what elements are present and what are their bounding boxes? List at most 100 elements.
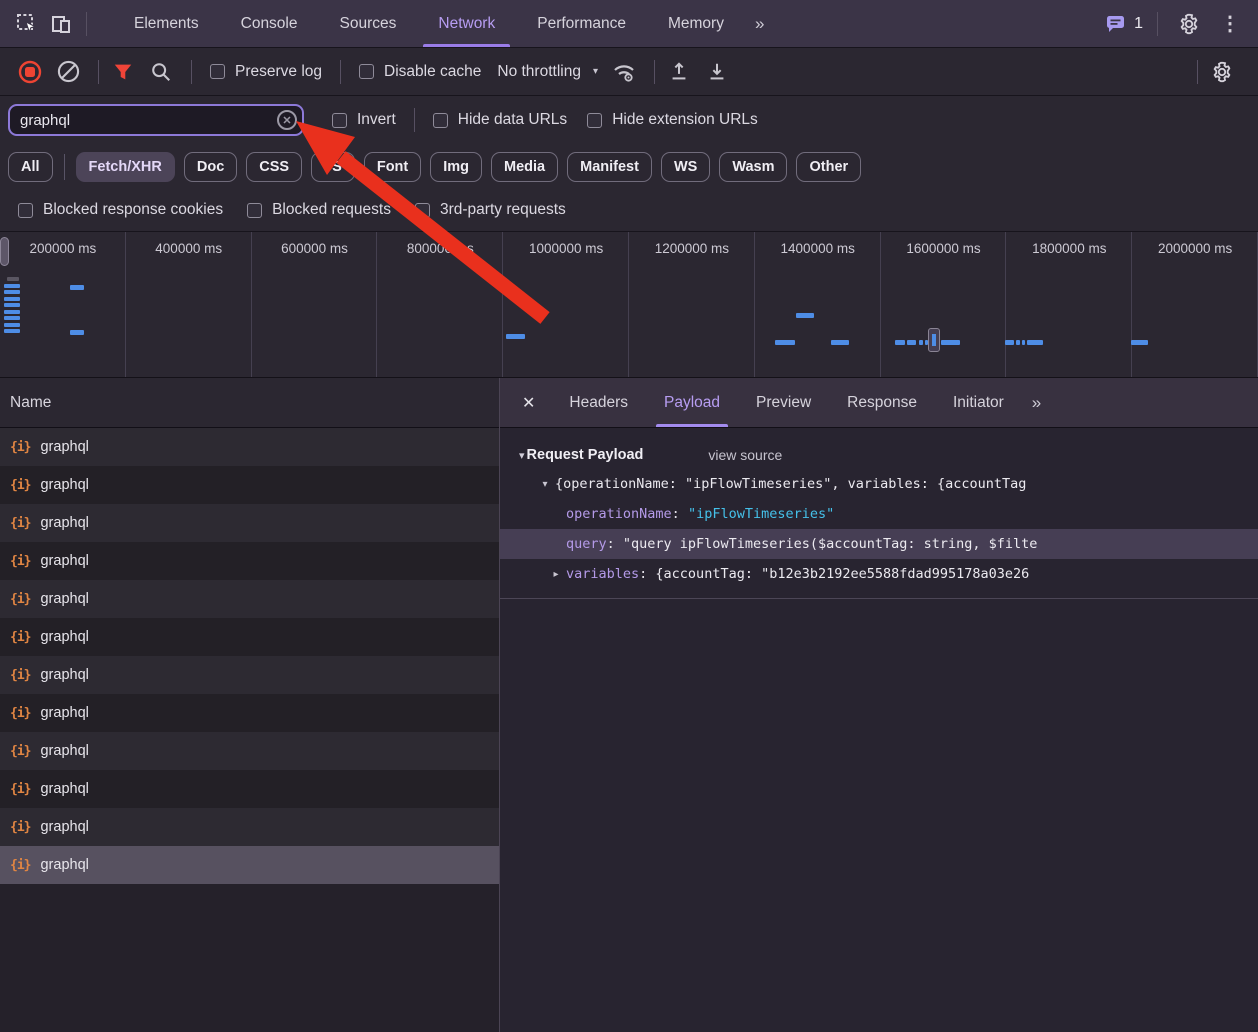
overview-request-bar <box>506 334 525 339</box>
payload-value: {accountTag: "b12e3b2192ee5588fdad995178… <box>655 566 1029 582</box>
overview-request-bar <box>775 340 795 345</box>
payload-row-variables[interactable]: ▸variables: {accountTag: "b12e3b2192ee55… <box>500 559 1258 589</box>
hide-data-urls-label: Hide data URLs <box>458 111 567 129</box>
detail-tab-preview[interactable]: Preview <box>738 378 829 427</box>
issues-message-button[interactable]: 1 <box>1105 14 1143 34</box>
record-network-log-button[interactable] <box>14 56 46 88</box>
settings-gear-icon[interactable] <box>1172 8 1206 40</box>
checkbox-box[interactable] <box>247 203 262 218</box>
disable-cache-checkbox[interactable]: Disable cache <box>359 63 481 81</box>
throttling-value: No throttling <box>497 63 581 81</box>
timeline-tick-label: 800000 ms <box>407 241 474 256</box>
tab-performance[interactable]: Performance <box>516 0 647 47</box>
type-chip-all[interactable]: All <box>8 152 53 182</box>
table-row[interactable]: {i}graphql <box>0 770 499 808</box>
table-row[interactable]: {i}graphql <box>0 808 499 846</box>
hide-extension-urls-checkbox[interactable]: Hide extension URLs <box>587 111 758 129</box>
invert-checkbox[interactable]: Invert <box>332 111 396 129</box>
blocked-requests-checkbox[interactable]: Blocked requests <box>247 201 391 219</box>
tab-sources[interactable]: Sources <box>319 0 418 47</box>
network-settings-gear-icon[interactable] <box>1206 56 1238 88</box>
type-chip-manifest[interactable]: Manifest <box>567 152 652 182</box>
detail-tab-payload[interactable]: Payload <box>646 378 738 427</box>
detail-tab-initiator[interactable]: Initiator <box>935 378 1022 427</box>
type-chip-wasm[interactable]: Wasm <box>719 152 787 182</box>
export-har-icon[interactable] <box>701 56 733 88</box>
name-column-header[interactable]: Name <box>0 378 499 428</box>
filter-input[interactable] <box>8 104 304 136</box>
filter-box: ✕ <box>8 104 304 136</box>
type-chip-ws[interactable]: WS <box>661 152 710 182</box>
tab-console[interactable]: Console <box>220 0 319 47</box>
checkbox-box[interactable] <box>433 113 448 128</box>
overview-request-bar <box>70 285 84 290</box>
preserve-log-label: Preserve log <box>235 63 322 81</box>
tab-memory[interactable]: Memory <box>647 0 745 47</box>
expand-triangle-icon[interactable]: ▸ <box>549 569 563 580</box>
json-fetch-icon: {i} <box>10 592 30 607</box>
payload-row-text: variables: {accountTag: "b12e3b2192ee558… <box>566 566 1029 582</box>
request-name: graphql <box>40 477 88 493</box>
checkbox-box[interactable] <box>18 203 33 218</box>
checkbox-box[interactable] <box>332 113 347 128</box>
section-collapse-triangle-icon[interactable]: ▾ <box>519 449 525 462</box>
clear-filter-icon[interactable]: ✕ <box>277 110 297 130</box>
close-detail-icon[interactable]: ✕ <box>500 378 551 427</box>
preserve-log-checkbox[interactable]: Preserve log <box>210 63 322 81</box>
type-chip-js[interactable]: JS <box>311 152 355 182</box>
filter-funnel-icon[interactable] <box>107 56 139 88</box>
type-chip-media[interactable]: Media <box>491 152 558 182</box>
type-chip-doc[interactable]: Doc <box>184 152 237 182</box>
view-source-link[interactable]: view source <box>708 447 782 463</box>
network-conditions-icon[interactable] <box>608 56 640 88</box>
payload-row-query[interactable]: query: "query ipFlowTimeseries($accountT… <box>500 529 1258 559</box>
tab-network[interactable]: Network <box>417 0 516 47</box>
tab-elements[interactable]: Elements <box>113 0 220 47</box>
search-icon[interactable] <box>145 56 177 88</box>
throttling-dropdown[interactable]: No throttling ▾ <box>497 63 598 81</box>
third-party-requests-checkbox[interactable]: 3rd-party requests <box>415 201 566 219</box>
table-row[interactable]: {i}graphql <box>0 656 499 694</box>
payload-preview-line[interactable]: ▾ {operationName: "ipFlowTimeseries", va… <box>500 469 1258 499</box>
checkbox-box[interactable] <box>587 113 602 128</box>
payload-row-operationName[interactable]: operationName: "ipFlowTimeseries" <box>500 499 1258 529</box>
table-row[interactable]: {i}graphql <box>0 694 499 732</box>
devtools-window: ElementsConsoleSourcesNetworkPerformance… <box>0 0 1258 1032</box>
kebab-menu-icon[interactable]: ⋮ <box>1212 11 1248 36</box>
more-detail-tabs-chevron-icon[interactable]: » <box>1022 393 1049 413</box>
inspect-element-icon[interactable] <box>10 8 44 40</box>
request-name: graphql <box>40 439 88 455</box>
checkbox-box[interactable] <box>415 203 430 218</box>
table-row[interactable]: {i}graphql <box>0 618 499 656</box>
table-row[interactable]: {i}graphql <box>0 542 499 580</box>
detail-tab-strip: ✕ HeadersPayloadPreviewResponseInitiator… <box>500 378 1258 428</box>
request-payload-section[interactable]: ▾ Request Payload view source <box>500 441 1258 469</box>
json-fetch-icon: {i} <box>10 440 30 455</box>
blocked-response-cookies-checkbox[interactable]: Blocked response cookies <box>18 201 223 219</box>
table-row[interactable]: {i}graphql <box>0 466 499 504</box>
import-har-icon[interactable] <box>663 56 695 88</box>
more-panels-chevron-icon[interactable]: » <box>745 14 772 34</box>
network-overview-timeline[interactable]: 200000 ms400000 ms600000 ms800000 ms1000… <box>0 231 1258 378</box>
device-toolbar-icon[interactable] <box>44 8 78 40</box>
type-chip-font[interactable]: Font <box>364 152 421 182</box>
table-row[interactable]: {i}graphql <box>0 846 499 884</box>
type-chip-css[interactable]: CSS <box>246 152 302 182</box>
type-chip-other[interactable]: Other <box>796 152 861 182</box>
detail-tab-response[interactable]: Response <box>829 378 935 427</box>
hide-data-urls-checkbox[interactable]: Hide data URLs <box>433 111 567 129</box>
table-row[interactable]: {i}graphql <box>0 732 499 770</box>
clear-network-log-icon[interactable] <box>52 56 84 88</box>
table-row[interactable]: {i}graphql <box>0 580 499 618</box>
detail-tab-headers[interactable]: Headers <box>551 378 646 427</box>
checkbox-box[interactable] <box>359 64 374 79</box>
request-name: graphql <box>40 515 88 531</box>
collapse-triangle-icon[interactable]: ▾ <box>538 479 552 490</box>
table-row[interactable]: {i}graphql <box>0 504 499 542</box>
overview-request-bar <box>1005 340 1014 345</box>
type-chip-fetchxhr[interactable]: Fetch/XHR <box>76 152 175 182</box>
table-row[interactable]: {i} graphql <box>0 428 499 466</box>
checkbox-box[interactable] <box>210 64 225 79</box>
type-chip-img[interactable]: Img <box>430 152 482 182</box>
request-rows: {i}graphql{i}graphql{i}graphql{i}graphql… <box>0 428 499 884</box>
